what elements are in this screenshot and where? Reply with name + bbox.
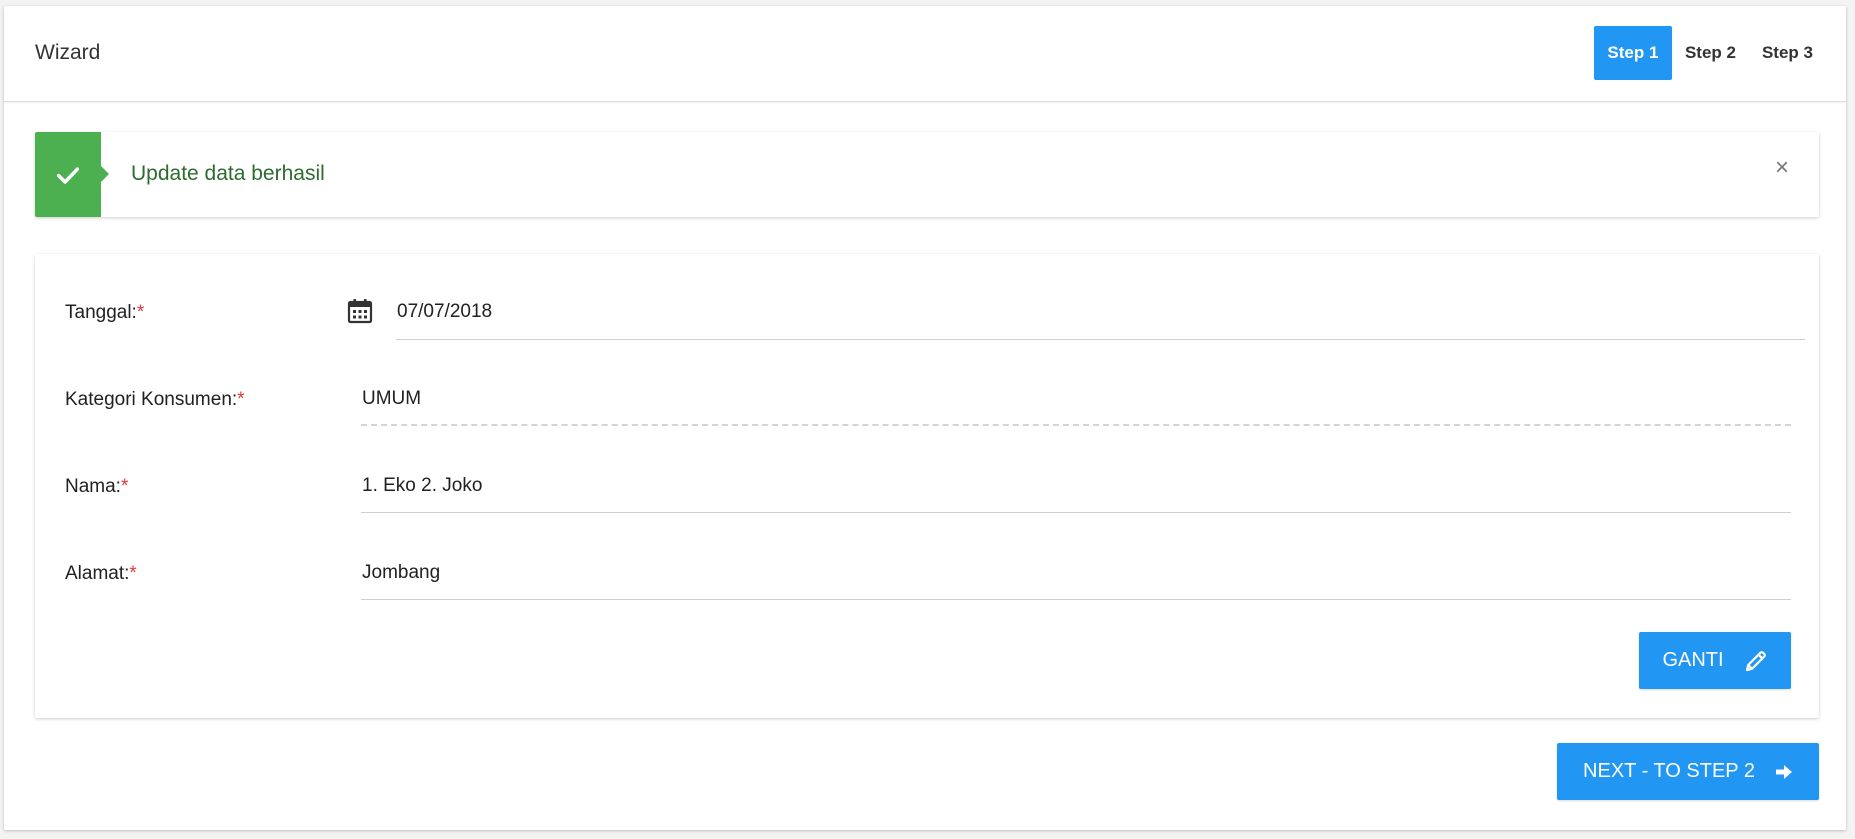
kategori-label-text: Kategori Konsumen:	[65, 389, 238, 410]
tab-step-1[interactable]: Step 1	[1593, 26, 1672, 80]
pencil-icon	[1745, 650, 1766, 671]
kategori-label: Kategori Konsumen:*	[65, 389, 245, 411]
tab-step-3[interactable]: Step 3	[1749, 26, 1826, 80]
tanggal-underline	[396, 339, 1805, 340]
kategori-underline	[361, 424, 1791, 426]
alamat-underline	[361, 599, 1791, 600]
nama-underline	[361, 512, 1791, 513]
wizard-header: Wizard Step 1 Step 2 Step 3	[4, 6, 1846, 102]
required-marker: *	[237, 389, 245, 410]
ganti-button-label: GANTI	[1662, 649, 1724, 671]
arrow-right-icon	[1775, 764, 1792, 779]
close-icon[interactable]: ×	[1775, 156, 1789, 180]
next-step-button[interactable]: NEXT - TO STEP 2	[1557, 743, 1819, 800]
next-step-button-label: NEXT - TO STEP 2	[1583, 760, 1755, 782]
alamat-label: Alamat:*	[65, 563, 137, 585]
ganti-button[interactable]: GANTI	[1639, 632, 1791, 689]
tab-step-2[interactable]: Step 2	[1672, 26, 1749, 80]
alert-icon-box	[35, 132, 109, 217]
tanggal-input[interactable]: 07/07/2018	[397, 301, 492, 323]
kategori-field: UMUM	[362, 388, 422, 409]
required-marker: *	[136, 302, 145, 323]
wizard-title: Wizard	[35, 41, 101, 64]
form-panel: Tanggal:* 07/07/2018 Kategori Konsumen:*…	[35, 254, 1819, 718]
check-icon	[56, 167, 80, 184]
wizard-card: Wizard Step 1 Step 2 Step 3 Update data …	[4, 6, 1846, 830]
calendar-icon[interactable]	[347, 298, 373, 324]
alamat-input[interactable]: Jombang	[362, 562, 440, 584]
success-alert: Update data berhasil ×	[35, 132, 1819, 217]
nama-label: Nama:*	[65, 476, 128, 498]
alert-message: Update data berhasil	[131, 162, 325, 185]
nama-label-text: Nama:	[65, 476, 121, 497]
nama-input[interactable]: 1. Eko 2. Joko	[362, 475, 482, 497]
required-marker: *	[120, 476, 129, 497]
tanggal-label-text: Tanggal:	[65, 302, 137, 323]
required-marker: *	[129, 563, 137, 584]
step-tabs: Step 1 Step 2 Step 3	[1593, 26, 1826, 80]
alamat-label-text: Alamat:	[65, 563, 130, 584]
tanggal-label: Tanggal:*	[65, 302, 144, 324]
